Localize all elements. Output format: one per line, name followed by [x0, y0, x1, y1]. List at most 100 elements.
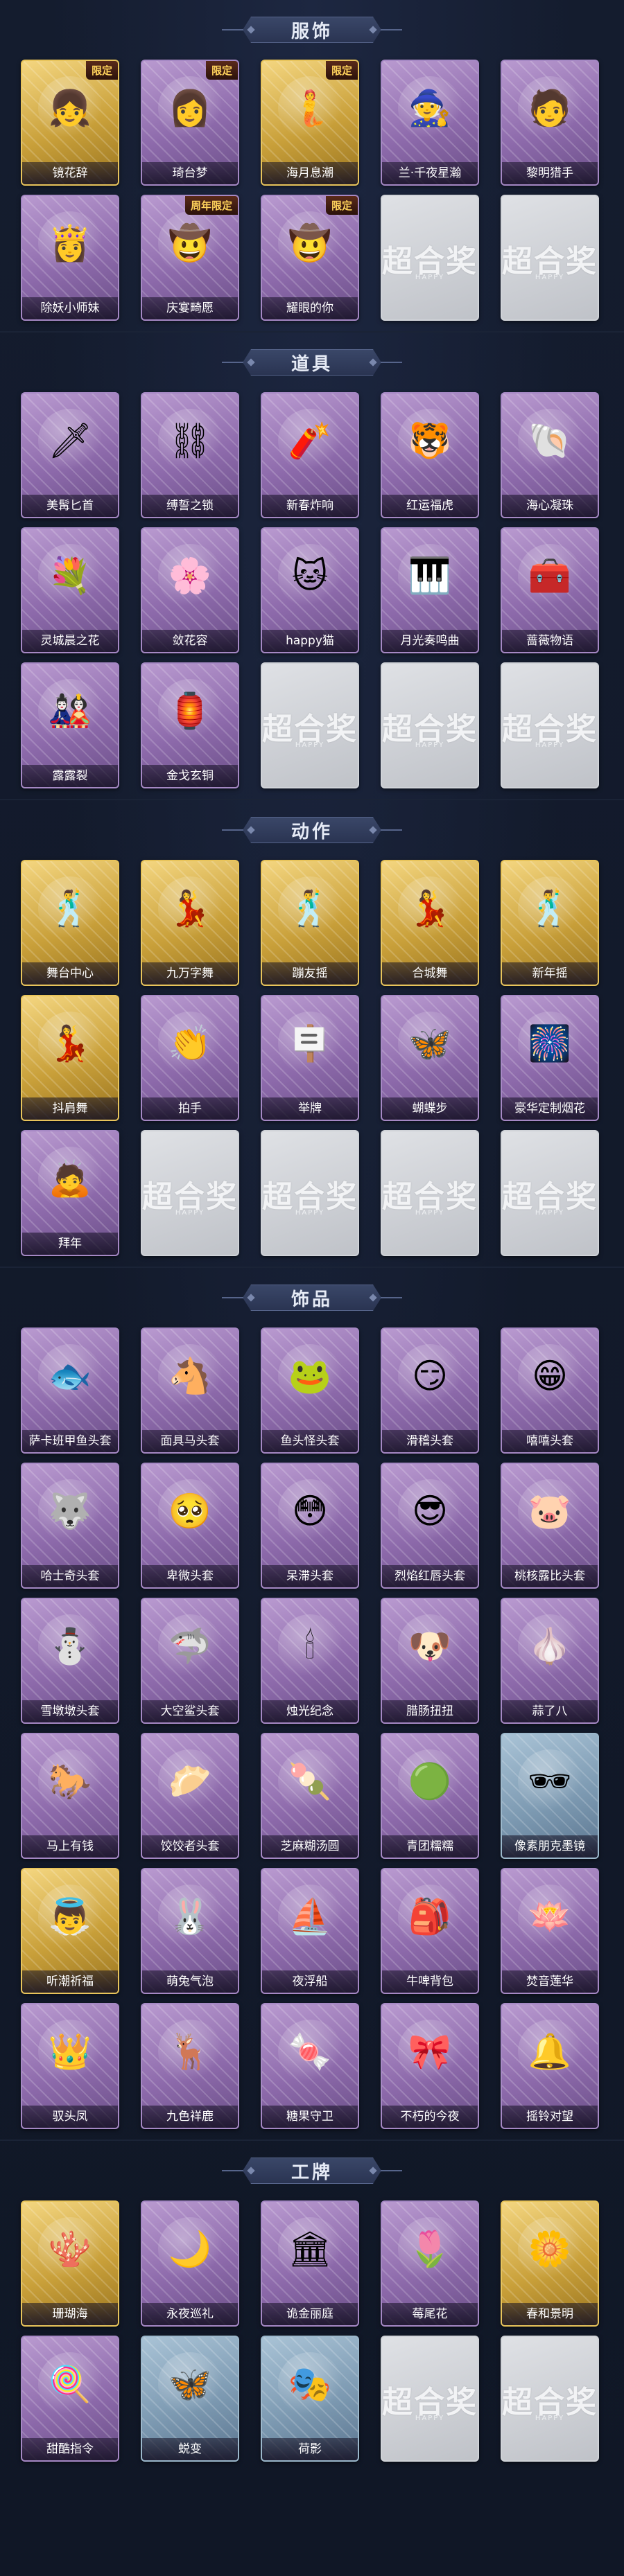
cat-icon: 🐱	[278, 544, 342, 608]
item-card[interactable]: 🐎 马上有钱	[21, 1733, 119, 1859]
item-card[interactable]: 🐴 面具马头套	[141, 1327, 239, 1454]
item-card[interactable]: 🐟 萨卡班甲鱼头套	[21, 1327, 119, 1454]
item-card[interactable]: 🧙 兰·千夜星瀚	[381, 60, 479, 186]
item-label: 牛啤背包	[382, 1970, 478, 1993]
hunter-portrait-icon: 🧑	[518, 76, 582, 140]
item-card[interactable]: 🦈 大空鲨头套	[141, 1598, 239, 1724]
item-label: 新春炸响	[262, 495, 358, 517]
item-card[interactable]: 🕺 新年摇	[501, 860, 599, 986]
item-label: 芝麻糊汤圆	[262, 1835, 358, 1858]
item-card[interactable]: 🐱 happy猫	[261, 527, 359, 653]
empty-slot: 超合奖 HAPPY	[381, 2336, 479, 2462]
item-card[interactable]: 🤠 耀眼的你 限定	[261, 195, 359, 321]
hairpin-icon: 🌸	[158, 544, 222, 608]
item-card[interactable]: 🌸 敛花容	[141, 527, 239, 653]
item-card[interactable]: 🧜 海月息潮 限定	[261, 60, 359, 186]
item-card[interactable]: 🐚 海心凝珠	[501, 392, 599, 518]
item-card[interactable]: 🕶 像素朋克墨镜	[501, 1733, 599, 1859]
item-card[interactable]: 🪷 焚音莲华	[501, 1868, 599, 1994]
white-robe-portrait-icon: 👸	[38, 211, 102, 275]
item-card[interactable]: 🧨 新春炸响	[261, 392, 359, 518]
item-card[interactable]: 🦋 蜕变	[141, 2336, 239, 2462]
item-card[interactable]: 🧑 黎明猎手	[501, 60, 599, 186]
item-card[interactable]: 🥟 饺饺者头套	[141, 1733, 239, 1859]
item-card[interactable]: 😏 滑稽头套	[381, 1327, 479, 1454]
item-card[interactable]: 🙇 拜年	[21, 1130, 119, 1256]
item-card[interactable]: 🐯 红运福虎	[381, 392, 479, 518]
item-card[interactable]: 🕯 烛光纪念	[261, 1598, 359, 1724]
section-divider	[0, 2140, 624, 2141]
shark-icon: 🦈	[158, 1614, 222, 1678]
item-card[interactable]: 🎭 荷影	[261, 2336, 359, 2462]
item-card[interactable]: 🦌 九色祥鹿	[141, 2003, 239, 2129]
item-card[interactable]: 🥺 卑微头套	[141, 1463, 239, 1589]
item-card[interactable]: 🍭 甜酷指令	[21, 2336, 119, 2462]
item-card[interactable]: 💃 合城舞	[381, 860, 479, 986]
item-card[interactable]: 🎎 露露裂	[21, 662, 119, 788]
item-label: 灵城晨之花	[22, 630, 118, 652]
butterfly-badge-icon: 🦋	[158, 2352, 222, 2416]
item-card[interactable]: 🧰 蔷薇物语	[501, 527, 599, 653]
section-4: 饰品 🐟 萨卡班甲鱼头套 🐴 面具马头套 🐸 鱼头怪头套 😏 滑稽头套 😁 嘻嘻头套 🐺 哈士奇头套 🥺 卑…	[0, 1275, 624, 2133]
item-card[interactable]: 🍡 芝麻糊汤圆	[261, 1733, 359, 1859]
item-card[interactable]: 🕺 舞台中心	[21, 860, 119, 986]
item-card[interactable]: 🔔 摇铃对望	[501, 2003, 599, 2129]
item-card[interactable]: 👼 听潮祈福	[21, 1868, 119, 1994]
item-card[interactable]: 💃 抖肩舞	[21, 995, 119, 1121]
item-card[interactable]: 🤠 庆宴畸愿 周年限定	[141, 195, 239, 321]
item-card[interactable]: 😁 嘻嘻头套	[501, 1327, 599, 1454]
cowboy-hat-portrait-icon: 🤠	[278, 211, 342, 275]
item-card[interactable]: 🍬 糖果守卫	[261, 2003, 359, 2129]
item-label: 萨卡班甲鱼头套	[22, 1430, 118, 1452]
garlic-icon: 🧄	[518, 1614, 582, 1678]
item-card[interactable]: 🏮 金戈玄铜	[141, 662, 239, 788]
placeholder-watermark-sub: HAPPY	[295, 1209, 325, 1217]
item-label: 哈士奇头套	[22, 1565, 118, 1587]
item-card[interactable]: 👧 镜花辞 限定	[21, 60, 119, 186]
item-card[interactable]: 🎀 不朽的今夜	[381, 2003, 479, 2129]
item-label: 美髯匕首	[22, 495, 118, 517]
item-card[interactable]: 🐺 哈士奇头套	[21, 1463, 119, 1589]
item-card[interactable]: 🕺 蹦友摇	[261, 860, 359, 986]
item-label: 珊瑚海	[22, 2303, 118, 2325]
item-card[interactable]: ⛵ 夜浮船	[261, 1868, 359, 1994]
item-card[interactable]: 🟢 青团糯糯	[381, 1733, 479, 1859]
item-card[interactable]: ⛓ 缚誓之锁	[141, 392, 239, 518]
item-card[interactable]: 👑 驭头凤	[21, 2003, 119, 2129]
gold-badge-icon: 🏛	[278, 2217, 342, 2281]
item-label: 金戈玄铜	[142, 765, 238, 787]
item-label: 马上有钱	[22, 1835, 118, 1858]
item-card[interactable]: 🐶 腊肠扭扭	[381, 1598, 479, 1724]
dance-pose-icon: 💃	[398, 876, 462, 940]
item-card[interactable]: 🎹 月光奏鸣曲	[381, 527, 479, 653]
item-card[interactable]: 🐰 萌兔气泡	[141, 1868, 239, 1994]
item-card[interactable]: 🗡 美髯匕首	[21, 392, 119, 518]
item-card[interactable]: 🌙 永夜巡礼	[141, 2200, 239, 2327]
item-card[interactable]: 🪧 举牌	[261, 995, 359, 1121]
item-card[interactable]: 🌼 春和景明	[501, 2200, 599, 2327]
item-card[interactable]: 💐 灵城晨之花	[21, 527, 119, 653]
item-label: 缚誓之锁	[142, 495, 238, 517]
item-card[interactable]: 🎆 豪华定制烟花	[501, 995, 599, 1121]
item-card[interactable]: 🪸 珊瑚海	[21, 2200, 119, 2327]
item-card[interactable]: 👏 拍手	[141, 995, 239, 1121]
item-card[interactable]: 🐷 桃核露比头套	[501, 1463, 599, 1589]
item-label: 桃核露比头套	[502, 1565, 598, 1587]
item-card[interactable]: 🦋 蝴蝶步	[381, 995, 479, 1121]
item-card[interactable]: 😎 烈焰红唇头套	[381, 1463, 479, 1589]
item-card[interactable]: 💃 九万字舞	[141, 860, 239, 986]
item-card[interactable]: 🧄 蒜了八	[501, 1598, 599, 1724]
empty-slot: 超合奖 HAPPY	[501, 2336, 599, 2462]
empty-slot: 超合奖 HAPPY	[501, 662, 599, 788]
item-card[interactable]: 😳 呆滞头套	[261, 1463, 359, 1589]
item-card[interactable]: 👩 琦台梦 限定	[141, 60, 239, 186]
item-label: 兰·千夜星瀚	[382, 162, 478, 184]
item-label: 烛光纪念	[262, 1700, 358, 1722]
item-card[interactable]: ⛄ 雪墩墩头套	[21, 1598, 119, 1724]
item-label: 黎明猎手	[502, 162, 598, 184]
item-card[interactable]: 🐸 鱼头怪头套	[261, 1327, 359, 1454]
item-card[interactable]: 🎒 牛啤背包	[381, 1868, 479, 1994]
item-card[interactable]: 🌷 莓尾花	[381, 2200, 479, 2327]
item-card[interactable]: 🏛 诡金丽庭	[261, 2200, 359, 2327]
item-card[interactable]: 👸 除妖小师妹	[21, 195, 119, 321]
